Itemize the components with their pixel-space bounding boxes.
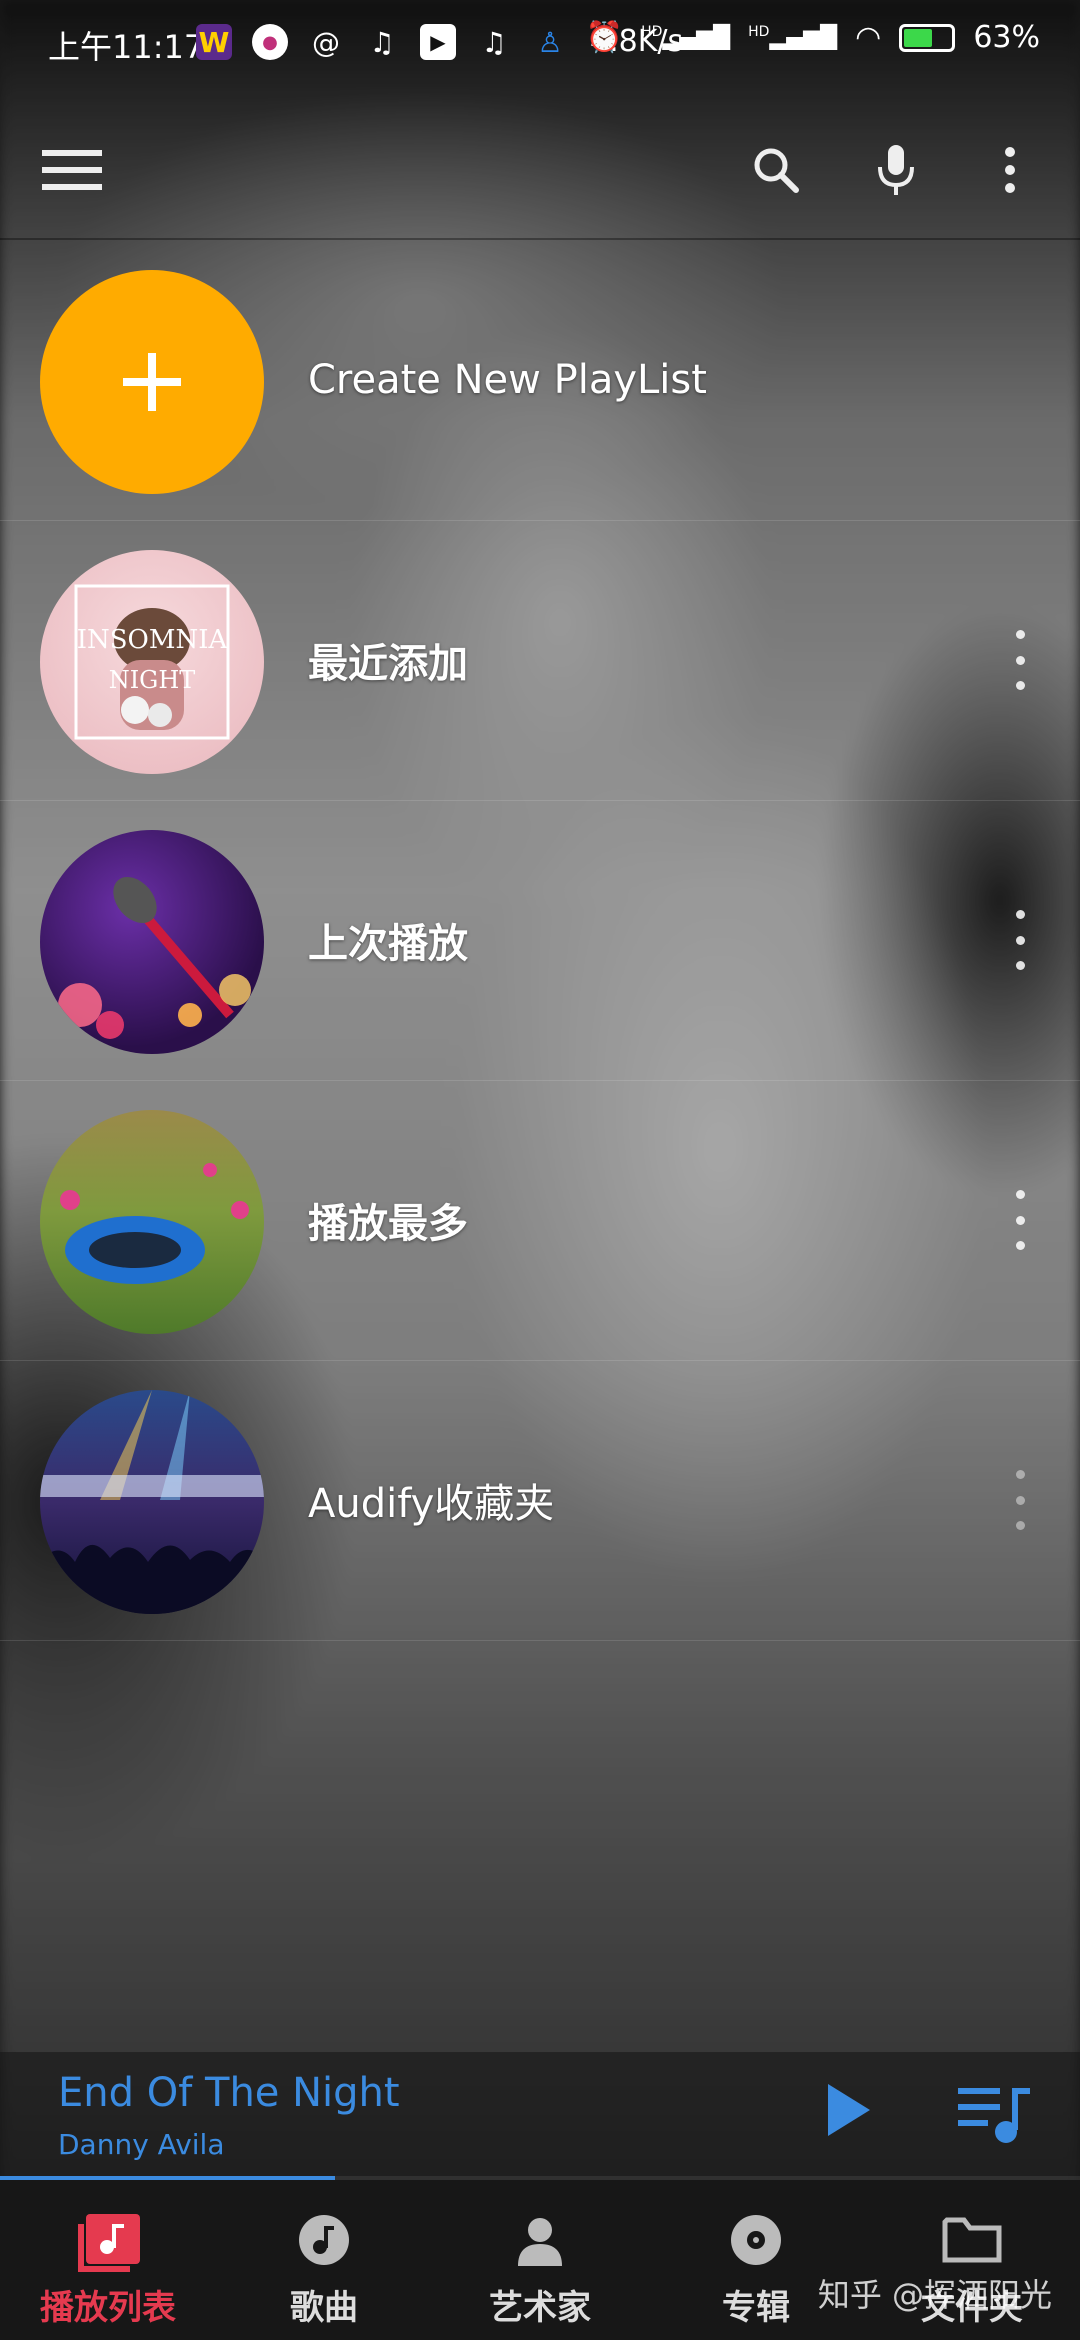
queue-music-icon[interactable] (956, 2082, 1032, 2150)
tab-folders[interactable]: 文件夹 (864, 2180, 1080, 2340)
watermark: 知乎 @挥洒阳光 (817, 2276, 1052, 2314)
notification-icons: W ● @ ♫ ▶ ♫ ♙ (196, 24, 568, 60)
playlist-label: 上次播放 (308, 921, 468, 967)
signal-icon-2: HD▂▄▆█ (748, 24, 838, 51)
playlist-label: Audify收藏夹 (308, 1481, 555, 1527)
more-vert-icon[interactable] (980, 120, 1040, 220)
playlist-thumbnail (40, 830, 264, 1054)
battery-icon (899, 23, 956, 52)
playlist-label: 播放最多 (308, 1201, 468, 1247)
playlist-item-most-played[interactable]: 播放最多 (0, 1080, 1080, 1360)
folder-icon (942, 2214, 1002, 2268)
status-right-group: ⏰ HD▂▄▆█ HD▂▄▆█ ◠ 63% (586, 20, 1040, 55)
menu-icon[interactable] (36, 120, 108, 220)
status-bar: 上午11:17 W ● @ ♫ ▶ ♫ ♙ 4.8K/s ⏰ HD▂▄▆█ HD… (0, 0, 1080, 90)
weibo-icon: W (196, 24, 232, 60)
mic-icon[interactable] (860, 120, 932, 220)
create-playlist-label: Create New PlayList (308, 357, 707, 403)
lips-icon: ● (252, 24, 288, 60)
more-vert-icon[interactable] (1000, 910, 1040, 970)
tab-songs[interactable]: 歌曲 (216, 2180, 432, 2340)
playlist-thumbnail (40, 1390, 264, 1614)
tab-playlists[interactable]: 播放列表 (0, 2180, 216, 2340)
signal-icon-1: HD▂▄▆█ (641, 24, 731, 51)
mini-player[interactable]: End Of The Night Danny Avila (0, 2052, 1080, 2180)
search-icon[interactable] (740, 120, 812, 220)
tab-label: 歌曲 (290, 2288, 358, 2328)
bottom-navigation: 播放列表 歌曲 艺术家 专辑 文件夹 (0, 2180, 1080, 2340)
thumb-text-night: NIGHT (109, 666, 196, 694)
now-playing-title[interactable]: End Of The Night (58, 2070, 400, 2116)
top-toolbar (0, 120, 1080, 240)
album-icon (730, 2214, 782, 2270)
playlist-thumbnail: INSOMNIA NIGHT (40, 550, 264, 774)
tab-label: 播放列表 (40, 2288, 176, 2328)
add-fab[interactable] (40, 270, 264, 494)
playlist-thumbnail (40, 1110, 264, 1334)
tab-label: 艺术家 (489, 2288, 591, 2328)
tab-albums[interactable]: 专辑 (648, 2180, 864, 2340)
play-icon[interactable] (824, 2080, 874, 2144)
battery-percent: 63% (973, 20, 1040, 55)
more-vert-icon[interactable] (1000, 1470, 1040, 1530)
more-vert-icon[interactable] (1000, 1190, 1040, 1250)
tab-artists[interactable]: 艺术家 (432, 2180, 648, 2340)
row-divider (0, 1640, 1080, 1641)
more-vert-icon[interactable] (1000, 630, 1040, 690)
create-playlist-row[interactable]: Create New PlayList (0, 240, 1080, 520)
wifi-icon: ◠ (855, 20, 882, 55)
playlist-item-recently-added[interactable]: INSOMNIA NIGHT 最近添加 (0, 520, 1080, 800)
play-app-icon: ▶ (420, 24, 456, 60)
music-note-icon: ♫ (369, 25, 395, 59)
at-icon: @ (312, 25, 340, 59)
now-playing-artist[interactable]: Danny Avila (58, 2128, 224, 2161)
playlist-item-audify-favorites[interactable]: Audify收藏夹 (0, 1360, 1080, 1640)
playlist-label: 最近添加 (308, 641, 468, 687)
qq-icon: ♙ (537, 25, 563, 59)
playlist-item-last-played[interactable]: 上次播放 (0, 800, 1080, 1080)
status-time: 上午11:17 (48, 28, 205, 66)
thumb-text-insomnia: INSOMNIA (77, 625, 229, 655)
alarm-icon: ⏰ (585, 20, 624, 55)
music-note-icon: ♫ (481, 25, 507, 59)
song-icon (298, 2214, 350, 2270)
artist-icon (514, 2214, 566, 2270)
playlist-icon (76, 2214, 140, 2278)
